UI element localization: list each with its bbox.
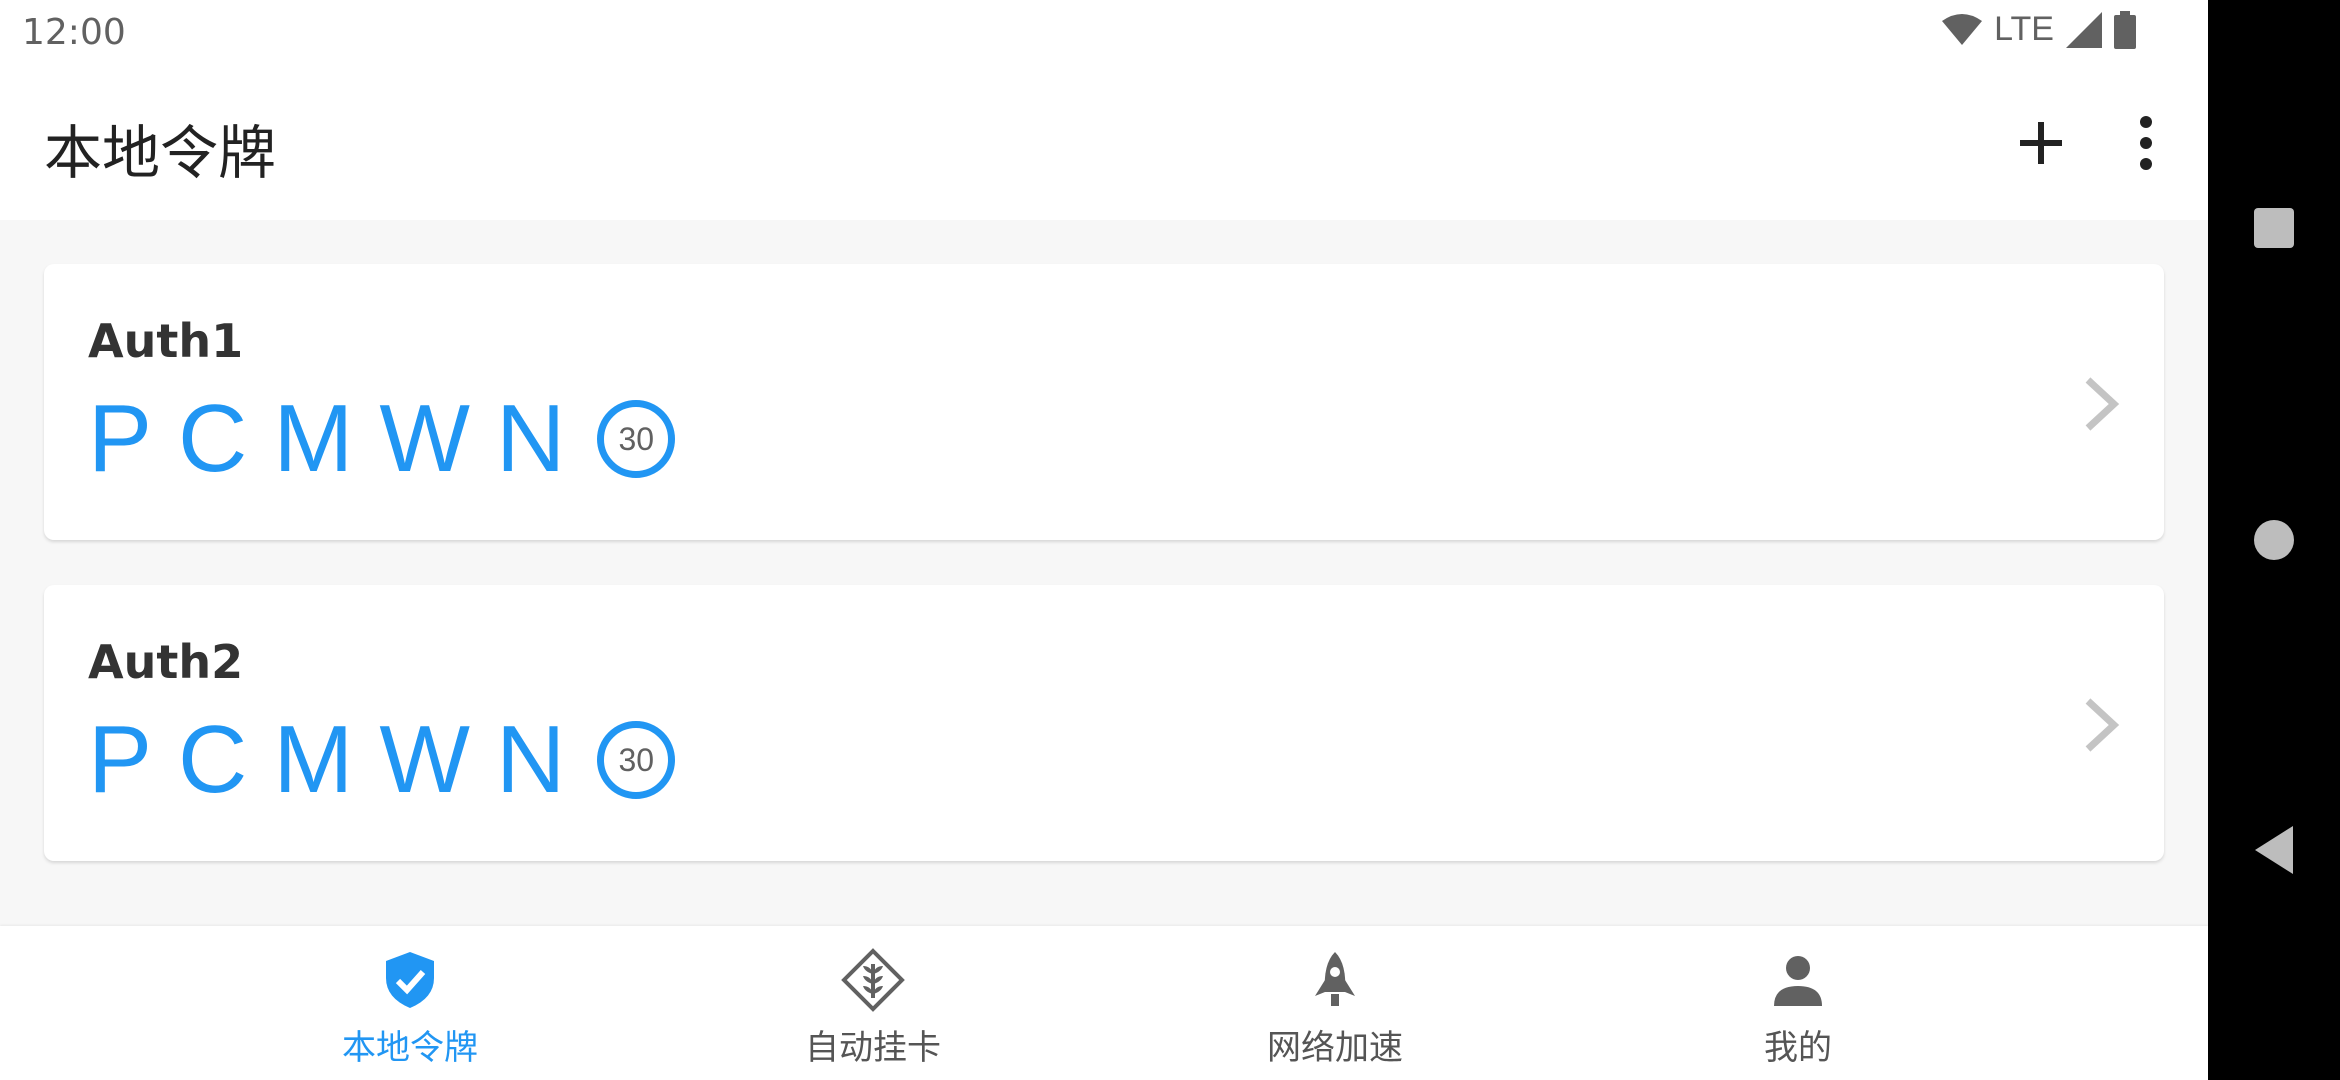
system-navigation-bar bbox=[2208, 0, 2340, 1080]
circle-icon bbox=[2254, 520, 2294, 560]
status-bar: 12:00 LTE bbox=[0, 0, 2208, 66]
tab-mine[interactable]: 我的 bbox=[1658, 926, 1938, 1080]
tab-local-token[interactable]: 本地令牌 bbox=[270, 926, 550, 1080]
recents-button[interactable] bbox=[2208, 178, 2340, 278]
token-name: Auth1 bbox=[88, 314, 244, 368]
tab-label: 我的 bbox=[1764, 1028, 1832, 1068]
countdown-timer: 30 bbox=[597, 721, 676, 799]
more-vert-icon[interactable] bbox=[2126, 110, 2166, 176]
back-button[interactable] bbox=[2208, 800, 2340, 900]
chevron-right-icon bbox=[2085, 698, 2120, 752]
tab-network-accelerate[interactable]: 网络加速 bbox=[1195, 926, 1475, 1080]
token-code: PCMWN bbox=[88, 706, 592, 813]
wifi-icon bbox=[1942, 13, 1983, 45]
chevron-right-icon bbox=[2085, 377, 2120, 431]
app-bar: 本地令牌 bbox=[0, 66, 2208, 220]
countdown-value: 30 bbox=[618, 420, 655, 457]
token-name: Auth2 bbox=[88, 635, 244, 689]
countdown-timer: 30 bbox=[597, 400, 676, 478]
square-icon bbox=[2254, 208, 2294, 248]
page-title: 本地令牌 bbox=[44, 119, 277, 187]
triangle-back-icon bbox=[2255, 826, 2293, 874]
token-code-row: PCMWN 30 bbox=[88, 705, 676, 815]
countdown-value: 30 bbox=[618, 741, 655, 778]
shield-check-icon bbox=[386, 952, 434, 1008]
tab-label: 网络加速 bbox=[1267, 1028, 1403, 1068]
tab-label: 本地令牌 bbox=[342, 1028, 478, 1068]
diamond-wheat-icon bbox=[841, 948, 905, 1012]
home-button[interactable] bbox=[2208, 490, 2340, 590]
bottom-navigation: 本地令牌 自动挂卡 网络加速 我的 bbox=[0, 926, 2208, 1080]
token-card[interactable]: Auth1 PCMWN 30 bbox=[44, 264, 2164, 540]
network-type: LTE bbox=[1994, 10, 2054, 48]
rocket-icon bbox=[1315, 952, 1355, 1006]
tab-label: 自动挂卡 bbox=[805, 1028, 941, 1068]
battery-icon bbox=[2114, 10, 2136, 49]
tab-auto-idle[interactable]: 自动挂卡 bbox=[733, 926, 1013, 1080]
token-card[interactable]: Auth2 PCMWN 30 bbox=[44, 585, 2164, 861]
token-code-row: PCMWN 30 bbox=[88, 384, 676, 494]
person-icon bbox=[1774, 956, 1822, 1006]
app-screen: 12:00 LTE 本地令牌 Auth1 PCMWN 30 Auth2 PCMW… bbox=[0, 0, 2208, 1080]
plus-icon[interactable] bbox=[2010, 112, 2072, 174]
status-time: 12:00 bbox=[22, 12, 126, 53]
signal-icon bbox=[2066, 11, 2102, 48]
token-code: PCMWN bbox=[88, 385, 592, 492]
status-icons: LTE bbox=[1942, 10, 2136, 49]
